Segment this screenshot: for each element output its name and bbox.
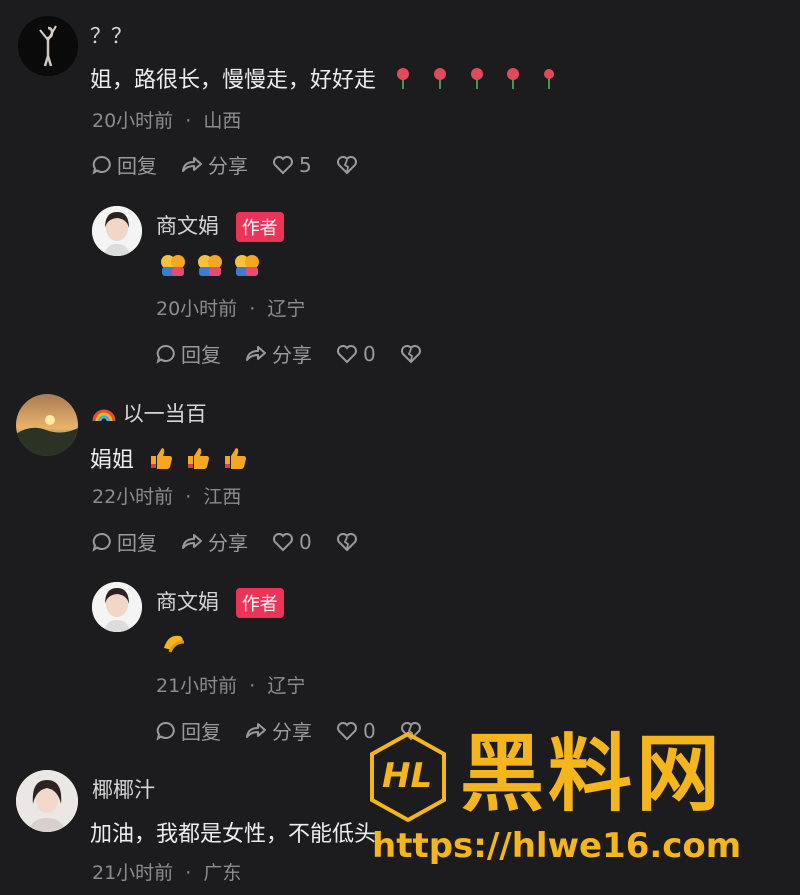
reply-button[interactable]: 回复: [156, 339, 221, 368]
heart-icon: [273, 155, 293, 174]
separator: ·: [185, 110, 192, 132]
comment-bubble-icon: [156, 721, 175, 741]
rainbow-icon: [92, 409, 116, 422]
separator: ·: [185, 862, 192, 884]
comment-text: 加油，我都是女性，不能低头: [90, 822, 377, 847]
timestamp: 21小时前: [156, 675, 238, 697]
avatar[interactable]: [92, 206, 142, 256]
share-button[interactable]: 分享: [245, 716, 312, 745]
location: 山西: [203, 110, 242, 132]
share-label: 分享: [272, 343, 312, 367]
avatar[interactable]: [16, 394, 78, 456]
rose-icon: [395, 66, 555, 96]
location: 辽宁: [267, 298, 306, 320]
share-button[interactable]: 分享: [181, 527, 248, 556]
timestamp: 22小时前: [92, 486, 174, 508]
separator: ·: [185, 486, 192, 508]
author-name[interactable]: 商文娟: [156, 214, 219, 238]
share-button[interactable]: 分享: [181, 150, 248, 179]
hug-icon: [161, 255, 259, 276]
comment-text-body: 娟姐: [90, 448, 135, 473]
author-name[interactable]: 以一当百: [123, 402, 207, 426]
broken-heart-icon: [336, 532, 357, 551]
emoji-row: [160, 630, 188, 658]
comment-meta: 22小时前 · 江西: [92, 482, 241, 509]
reply-label: 回复: [117, 531, 157, 555]
timestamp: 20小时前: [92, 110, 174, 132]
reply-label: 回复: [181, 343, 221, 367]
like-button[interactable]: 5: [272, 153, 312, 177]
share-icon: [246, 722, 266, 738]
share-icon: [182, 156, 202, 172]
location: 辽宁: [267, 675, 306, 697]
author-badge: 作者: [235, 588, 284, 618]
comment-author: 商文娟 作者: [156, 586, 284, 618]
location: 江西: [203, 486, 242, 508]
broken-heart-icon: [400, 344, 421, 363]
timestamp: 20小时前: [156, 298, 238, 320]
comment-text-body: 姐，路很长，慢慢走，好好走: [90, 68, 377, 93]
avatar[interactable]: [92, 582, 142, 632]
share-icon: [246, 345, 266, 361]
comment-bubble-icon: [156, 344, 175, 364]
share-label: 分享: [208, 154, 248, 178]
heart-icon: [273, 532, 293, 551]
comment-meta: 20小时前 · 辽宁: [156, 294, 305, 321]
author-name[interactable]: 商文娟: [156, 590, 219, 614]
comment-meta: 21小时前 · 辽宁: [156, 671, 305, 698]
comment-meta: 20小时前 · 山西: [92, 106, 241, 133]
heart-icon: [337, 721, 357, 740]
comment-bubble-icon: [92, 155, 111, 175]
comment-actions: 回复 分享 5: [92, 150, 387, 179]
reply-label: 回复: [117, 154, 157, 178]
share-icon: [182, 533, 202, 549]
reply-button[interactable]: 回复: [92, 527, 157, 556]
comment-meta: 21小时前 · 广东: [92, 858, 241, 885]
thumbs-up-icon: [149, 446, 249, 476]
author-badge: 作者: [235, 212, 284, 242]
share-label: 分享: [208, 531, 248, 555]
dislike-button[interactable]: [336, 155, 363, 175]
bow-icon: [164, 635, 185, 653]
comment-actions: 回复 分享 0: [156, 339, 451, 368]
watermark-title: 黑料网: [460, 725, 725, 823]
timestamp: 21小时前: [92, 862, 174, 884]
like-button[interactable]: 0: [272, 530, 312, 554]
comment-author: 商文娟 作者: [156, 210, 284, 242]
heart-icon: [337, 344, 357, 363]
watermark-logo: HL: [368, 731, 448, 823]
comment-bubble-icon: [92, 532, 111, 552]
comment-author[interactable]: ？？: [90, 20, 132, 50]
watermark-url: https://hlwe16.com: [372, 826, 742, 866]
location: 广东: [203, 862, 242, 884]
comment-actions: 回复 分享 0: [92, 527, 387, 556]
separator: ·: [249, 675, 256, 697]
reply-button[interactable]: 回复: [156, 716, 221, 745]
avatar[interactable]: [16, 770, 78, 832]
broken-heart-icon: [336, 155, 357, 174]
share-label: 分享: [272, 720, 312, 744]
like-count: 5: [299, 152, 312, 177]
dislike-button[interactable]: [336, 532, 363, 552]
share-button[interactable]: 分享: [245, 339, 312, 368]
comment-author[interactable]: 椰椰汁: [92, 774, 155, 804]
comment-text: 娟姐: [90, 442, 249, 476]
comment-text: 姐，路很长，慢慢走，好好走: [90, 62, 555, 96]
watermark: HL 黑料网 https://hlwe16.com: [368, 725, 788, 878]
comment-author: 以一当百: [92, 398, 207, 428]
reply-label: 回复: [181, 720, 221, 744]
emoji-row: [160, 252, 272, 282]
avatar[interactable]: [18, 16, 78, 76]
reply-button[interactable]: 回复: [92, 150, 157, 179]
dislike-button[interactable]: [400, 344, 427, 364]
like-count: 0: [363, 341, 376, 366]
separator: ·: [249, 298, 256, 320]
watermark-logo-text: HL: [382, 756, 433, 796]
like-button[interactable]: 0: [336, 342, 376, 366]
like-count: 0: [299, 529, 312, 554]
